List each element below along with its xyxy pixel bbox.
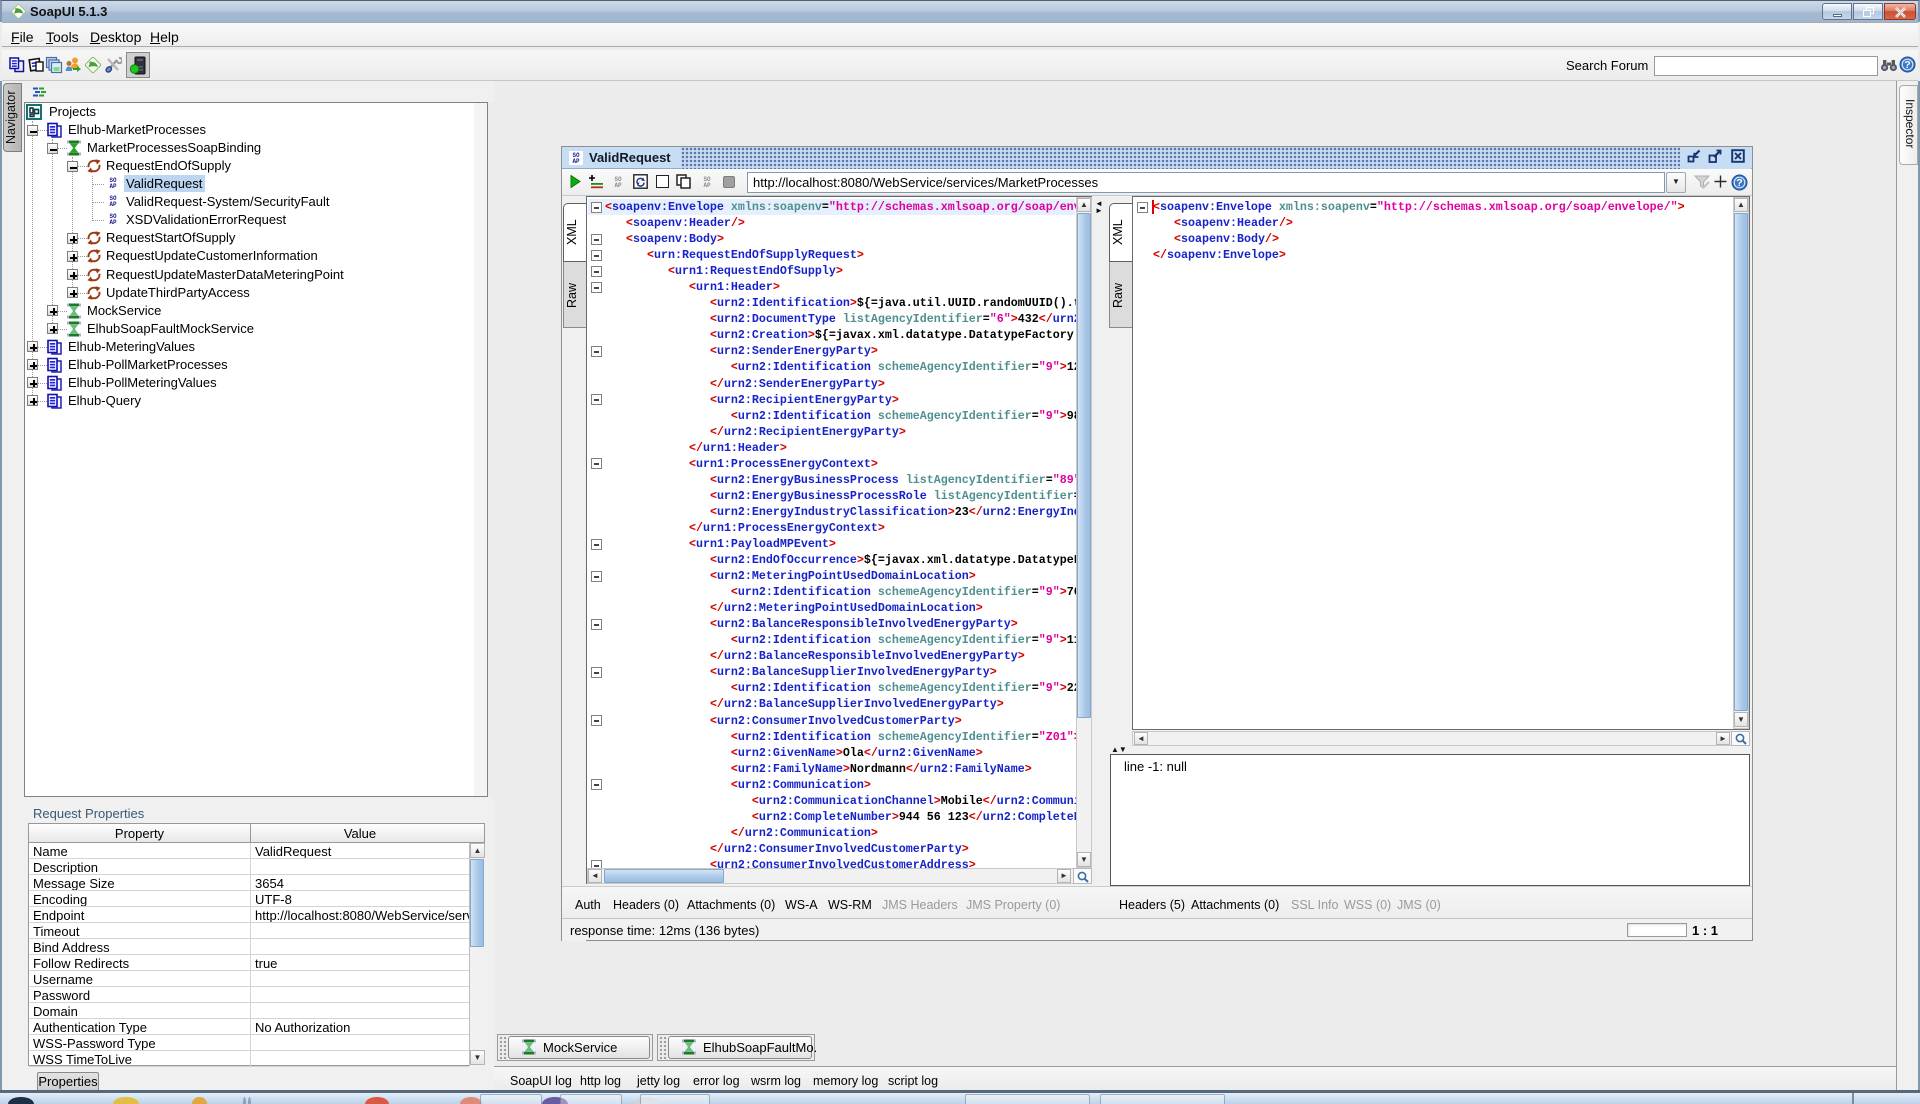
svg-text:?: ?: [1736, 177, 1742, 189]
svg-text:?: ?: [1904, 59, 1910, 71]
